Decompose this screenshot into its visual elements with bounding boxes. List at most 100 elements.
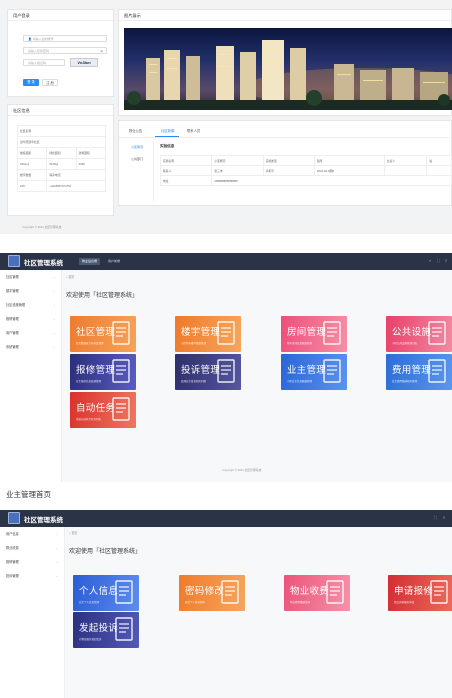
owner-sidebar: 用户信息 ⌄ 物业收费 ⌄ 报修管理 ⌄ 投诉管理 ⌄ (0, 527, 65, 698)
module-tile-subtitle: 小区所有楼宇数据管理 (181, 342, 207, 345)
detail-cell: 负责人 (383, 155, 428, 166)
side-link-dept[interactable]: 公共部门 (131, 157, 143, 161)
module-tile[interactable]: 密码修改 修改个人登录密码 (179, 575, 245, 611)
module-icon (110, 358, 132, 386)
tab-contacts[interactable]: 联系人员 (187, 128, 200, 133)
module-tile[interactable]: 社区管理 社区数据统计分析及管理 (70, 316, 136, 352)
module-icon (215, 358, 237, 386)
module-tile[interactable]: 自动任务 系统自动执行任务列表 (70, 392, 136, 428)
tab-notice[interactable]: 物业公告 (129, 128, 142, 133)
module-tile[interactable]: 个人信息 业主个人信息管理 (73, 575, 139, 611)
chevron-down-icon: ⌄ (52, 345, 55, 349)
module-tile[interactable]: 费用管理 业主费用缴纳相关管理 (386, 354, 452, 390)
tab-news[interactable]: 社区新闻 (161, 128, 174, 133)
breadcrumb-home[interactable]: 首页 (68, 275, 74, 279)
eye-icon[interactable]: ◉ (100, 48, 103, 54)
module-tile[interactable]: 业主管理 小区业主信息数据管理 (281, 354, 347, 390)
chevron-down-icon: ⌄ (52, 331, 55, 335)
module-tile[interactable]: 申请报修 提交房屋报修申请 (388, 575, 452, 611)
chevron-down-icon: ⌄ (55, 532, 58, 536)
module-tile-subtitle: 处理业主投诉相关问题 (181, 380, 207, 383)
search-icon[interactable]: ⌕ (429, 258, 431, 263)
module-tile[interactable]: 公共设施 小区公共设施管理功能 (386, 316, 452, 352)
module-tile-subtitle: 社区数据统计分析及管理 (76, 342, 104, 345)
breadcrumb: ⌂ 首页 (66, 275, 74, 279)
news-card: 物业公告 社区新闻 联系人员 小区概况 公共部门 实验信息 实验名称 小区概况 实验… (118, 120, 452, 206)
info-cell: 2310㎡ (16, 158, 48, 170)
sidebar-item-label: 社区设施管理 (6, 303, 26, 307)
module-tile-subtitle: 业主报修信息处理管理 (76, 380, 102, 383)
module-tile[interactable]: 房间管理 所有房间信息数据管理 (281, 316, 347, 352)
welcome-title: 欢迎使用「社区管理系统」 (66, 293, 139, 299)
sidebar-item-label: 投诉管理 (6, 574, 19, 578)
sidebar-item-complaint[interactable]: 投诉管理 ⌄ (0, 569, 64, 583)
module-tile-subtitle: 对物业服务发起投诉 (79, 638, 102, 641)
portal-footer: Copyright © 2021 社区管理系统 (22, 225, 62, 229)
module-icon (321, 320, 343, 348)
module-icon (110, 320, 132, 348)
info-cell: 社区名称 (17, 125, 106, 137)
username-input[interactable]: 👤 请输入您的账号 (23, 35, 107, 42)
module-icon (113, 579, 135, 607)
detail-cell (426, 165, 452, 176)
captcha-image[interactable]: Vn3bm (70, 58, 98, 67)
top-tab-front[interactable]: 用户前端 (108, 258, 120, 265)
banner-title: 图片展示 (119, 10, 451, 21)
breadcrumb-home[interactable]: 首页 (71, 531, 77, 535)
sidebar-item-system[interactable]: 系统管理 ⌄ (0, 340, 61, 354)
login-button[interactable]: 登 录 (23, 79, 39, 86)
info-cell: 楼宇数量 (16, 169, 48, 181)
module-icon (324, 579, 346, 607)
sidebar-item-users[interactable]: 用户管理 ⌄ (0, 326, 61, 340)
sidebar-item-label: 楼宇管理 (6, 289, 19, 293)
sidebar-item-label: 报修管理 (6, 317, 19, 321)
community-info-card: 社区信息 社区名称 锦华苑锦华社区 楼栋面积 绿化面积 建筑面积 2310㎡ 5128… (7, 104, 114, 216)
detail-cell: 手机号 (262, 165, 315, 176)
detail-cell: 张三丰 (211, 165, 264, 176)
info-cell: 锦华苑锦华社区 (17, 136, 106, 148)
sidebar-item-fees[interactable]: 物业收费 ⌄ (0, 541, 64, 555)
fullscreen-icon[interactable]: ⛶ (434, 515, 437, 520)
module-tile[interactable]: 发起投诉 对物业服务发起投诉 (73, 612, 139, 648)
user-menu-icon[interactable]: ≡ (445, 258, 447, 263)
sidebar-item-repair[interactable]: 报修管理 ⌄ (0, 555, 64, 569)
sidebar-item-profile[interactable]: 用户信息 ⌄ (0, 527, 64, 541)
register-button[interactable]: 注 册 (42, 79, 58, 86)
detail-cell (383, 165, 428, 176)
captcha-input[interactable]: 请输入验证码 (23, 59, 65, 66)
module-tile[interactable]: 楼宇管理 小区所有楼宇数据管理 (175, 316, 241, 352)
detail-cell: 实验名称 (159, 155, 213, 166)
password-input[interactable]: 请输入您的密码 ◉ (23, 47, 107, 54)
module-tile-subtitle: 修改个人登录密码 (185, 601, 206, 604)
sidebar-item-building[interactable]: 楼宇管理 ⌄ (0, 284, 61, 298)
app-title: 社区管理系统 (24, 260, 63, 267)
fullscreen-icon[interactable]: ⛶ (437, 258, 440, 263)
side-link-overview[interactable]: 小区概况 (131, 145, 143, 149)
chevron-down-icon: ⌄ (55, 574, 58, 578)
info-cell: 108 (16, 180, 48, 192)
user-menu-icon[interactable]: ≡ (443, 515, 445, 520)
module-tile[interactable]: 物业收费 物业费用缴纳查询 (284, 575, 350, 611)
user-icon: 👤 (28, 37, 32, 41)
module-tile[interactable]: 投诉管理 处理业主投诉相关问题 (175, 354, 241, 390)
module-tile-subtitle: 小区业主信息数据管理 (287, 380, 313, 383)
module-tile-subtitle: 业主个人信息管理 (79, 601, 100, 604)
sidebar-item-repair[interactable]: 报修管理 ⌄ (0, 312, 61, 326)
admin-footer: Copyright © 2021 社区管理系统 (222, 468, 262, 472)
sidebar-item-label: 报修管理 (6, 560, 19, 564)
module-icon (113, 616, 135, 644)
info-cell: 5128㎡ (46, 158, 77, 170)
info-cell: +4415857074751 (46, 180, 106, 192)
community-info-table: 社区名称 锦华苑锦华社区 楼栋面积 绿化面积 建筑面积 2310㎡ 5128㎡ 3600… (16, 125, 107, 192)
login-card: 用户登录 👤 请输入您的账号 请输入您的密码 ◉ 请输入验证码 Vn3bm 登 录… (7, 9, 114, 97)
module-tile[interactable]: 报修管理 业主报修信息处理管理 (70, 354, 136, 390)
detail-table: 实验名称 小区概况 实验类型 院所 负责人说 联系人 张三丰 手机号 2024-02-9图8 … (159, 155, 452, 186)
top-tab-admin[interactable]: 物业后台端 (79, 258, 101, 265)
sidebar-item-community[interactable]: 社区管理 ⌄ (0, 270, 61, 284)
community-banner-image (124, 28, 452, 110)
sidebar-item-facility[interactable]: 社区设施管理 ⌄ (0, 298, 61, 312)
info-cell: 联系电话 (46, 169, 106, 181)
sidebar-item-label: 社区管理 (6, 275, 19, 279)
module-icon (219, 579, 241, 607)
banner-card: 图片展示 (118, 9, 452, 116)
